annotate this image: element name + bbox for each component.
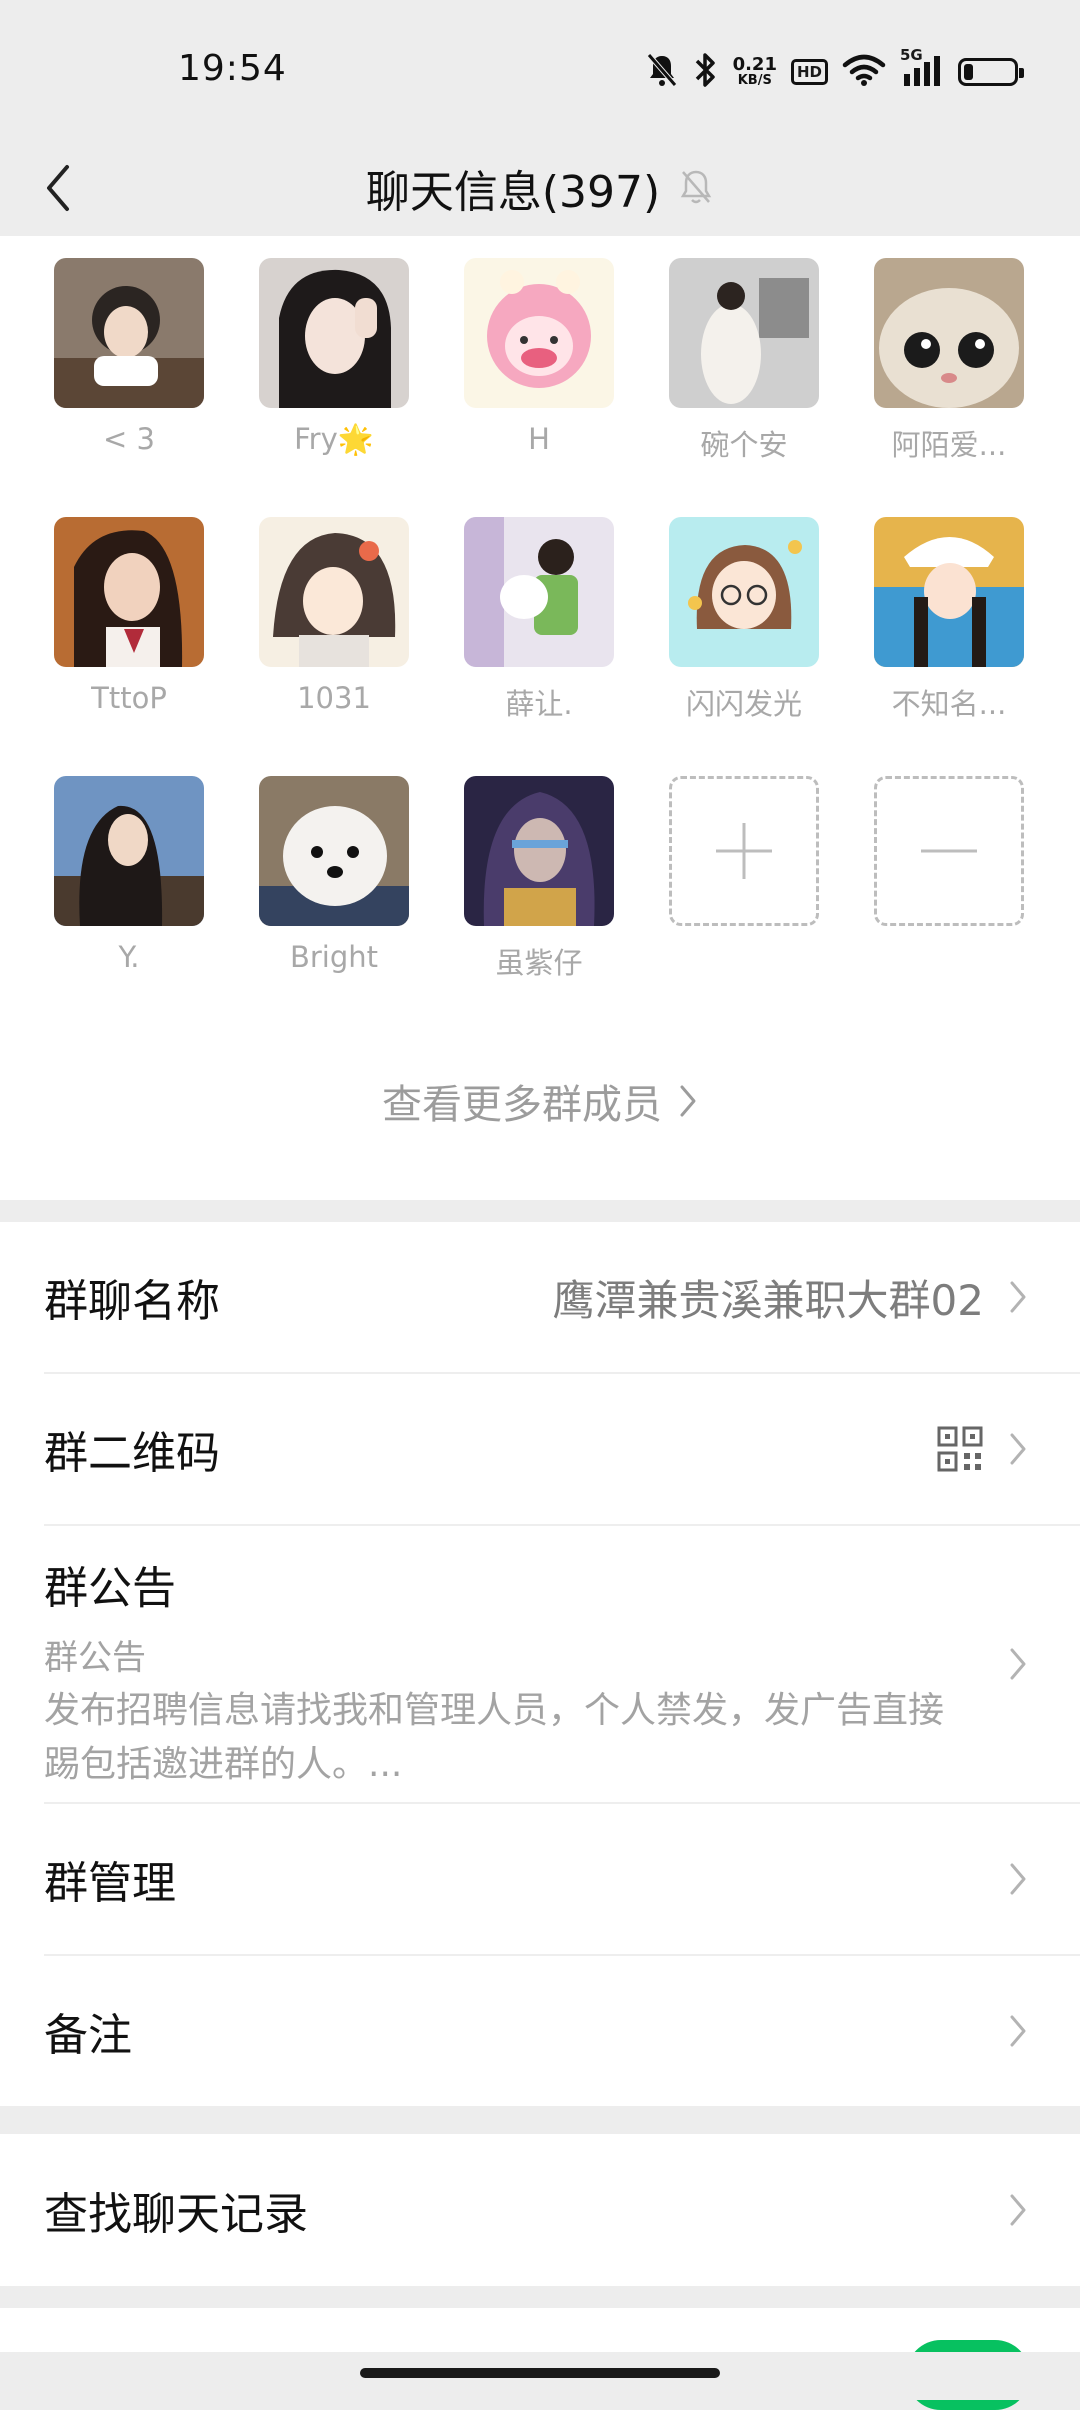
- member-name: 碗个安: [700, 428, 788, 462]
- chevron-right-icon: [1010, 1433, 1026, 1465]
- add-slot: [669, 776, 819, 926]
- battery-fill: [964, 64, 973, 80]
- avatar: [464, 776, 614, 926]
- minus-icon: [921, 849, 977, 853]
- status-icons: 0.21 KB/S HD 5G: [645, 46, 1024, 94]
- member-item[interactable]: TttoP: [54, 517, 204, 715]
- member-name: 不知名...: [891, 687, 1007, 721]
- group-qr-label: 群二维码: [44, 1428, 220, 1479]
- avatar: [464, 258, 614, 408]
- member-name: 薛让.: [505, 687, 573, 721]
- member-name: Fry🌟: [294, 422, 374, 456]
- group-name-label: 群聊名称: [44, 1276, 220, 1327]
- qr-code-icon: [937, 1426, 983, 1472]
- net-speed: 0.21 KB/S: [733, 56, 777, 88]
- chevron-right-icon: [1010, 1648, 1026, 1680]
- net-speed-value: 0.21: [732, 54, 777, 75]
- avatar: [874, 258, 1024, 408]
- search-history-label: 查找聊天记录: [44, 2189, 308, 2240]
- member-item[interactable]: Y.: [54, 776, 204, 974]
- more-members-label: 查看更多群成员: [382, 1082, 662, 1128]
- member-name: 1031: [297, 681, 371, 715]
- avatar: [54, 258, 204, 408]
- plus-icon: [716, 823, 772, 879]
- mute-icon: [645, 52, 679, 92]
- member-item[interactable]: 1031: [259, 517, 409, 715]
- wifi-icon: [842, 53, 886, 91]
- remove-slot: [874, 776, 1024, 926]
- remark-row[interactable]: 备注: [0, 1956, 1080, 2106]
- member-grid: < 3 Fry🌟 H 碗个安 阿陌爱... TttoP 1031 薛让. 闪闪发…: [0, 236, 1080, 1200]
- group-notice-label: 群公告: [44, 1563, 176, 1614]
- add-member-button[interactable]: [669, 776, 819, 926]
- more-members-link[interactable]: 查看更多群成员: [0, 1072, 1080, 1130]
- group-name-value: 鹰潭兼贵溪兼职大群02: [552, 1275, 984, 1325]
- member-item[interactable]: 阿陌爱...: [874, 258, 1024, 464]
- group-notice-row[interactable]: 群公告 群公告 发布招聘信息请找我和管理人员，个人禁发，发广告直接踢包括邀进群的…: [0, 1526, 1080, 1802]
- avatar: [54, 776, 204, 926]
- status-bar: 19:54 0.21 KB/S HD 5G: [0, 0, 1080, 140]
- member-name: 阿陌爱...: [891, 428, 1007, 462]
- avatar: [464, 517, 614, 667]
- avatar: [54, 517, 204, 667]
- signal-icon: 5G: [900, 46, 944, 92]
- member-item[interactable]: 虽紫仔: [464, 776, 614, 982]
- member-name: < 3: [103, 422, 155, 456]
- member-name: TttoP: [91, 681, 167, 715]
- avatar: [669, 517, 819, 667]
- avatar: [259, 258, 409, 408]
- group-settings-section: 群聊名称 鹰潭兼贵溪兼职大群02 群二维码 群公告 群公告 发布招聘信息请找我和…: [0, 1222, 1080, 2106]
- hd-badge: HD: [790, 59, 828, 85]
- chevron-right-icon: [680, 1085, 696, 1117]
- member-item[interactable]: 闪闪发光: [669, 517, 819, 723]
- gesture-bar[interactable]: [360, 2368, 720, 2378]
- group-manage-label: 群管理: [44, 1858, 176, 1909]
- avatar: [259, 517, 409, 667]
- bell-off-icon: [678, 166, 714, 210]
- member-item[interactable]: Bright: [259, 776, 409, 974]
- group-qr-row[interactable]: 群二维码: [0, 1374, 1080, 1524]
- group-notice-text: 发布招聘信息请找我和管理人员，个人禁发，发广告直接踢包括邀进群的人。...: [44, 1690, 945, 1785]
- member-item[interactable]: 碗个安: [669, 258, 819, 464]
- member-item[interactable]: < 3: [54, 258, 204, 456]
- member-item[interactable]: Fry🌟: [259, 258, 409, 457]
- bluetooth-icon: [693, 51, 719, 93]
- member-name: Y.: [118, 940, 140, 974]
- battery-icon: [958, 58, 1024, 86]
- chevron-right-icon: [1010, 2194, 1026, 2226]
- member-name: 虽紫仔: [495, 946, 583, 980]
- remove-member-button[interactable]: [874, 776, 1024, 926]
- group-name-row[interactable]: 群聊名称 鹰潭兼贵溪兼职大群02: [0, 1222, 1080, 1372]
- net-speed-unit: KB/S: [737, 73, 772, 88]
- search-history-row[interactable]: 查找聊天记录: [0, 2134, 1080, 2286]
- chevron-right-icon: [1010, 2015, 1026, 2047]
- member-item[interactable]: 不知名...: [874, 517, 1024, 723]
- group-notice-subtitle: 群公告: [44, 1638, 146, 1678]
- nav-bar: 聊天信息(397): [0, 140, 1080, 236]
- member-name: 闪闪发光: [685, 687, 802, 721]
- page-title: 聊天信息(397): [365, 167, 661, 218]
- member-item[interactable]: H: [464, 258, 614, 456]
- search-section: 查找聊天记录: [0, 2134, 1080, 2286]
- chevron-right-icon: [1010, 1863, 1026, 1895]
- remark-label: 备注: [44, 2010, 132, 2061]
- signal-label: 5G: [900, 46, 923, 64]
- avatar: [669, 258, 819, 408]
- member-item[interactable]: 薛让.: [464, 517, 614, 723]
- group-manage-row[interactable]: 群管理: [0, 1804, 1080, 1954]
- member-name: Bright: [289, 940, 379, 974]
- avatar: [874, 517, 1024, 667]
- avatar: [259, 776, 409, 926]
- member-name: H: [528, 422, 550, 456]
- chevron-right-icon: [1010, 1281, 1026, 1313]
- status-time: 19:54: [178, 48, 287, 89]
